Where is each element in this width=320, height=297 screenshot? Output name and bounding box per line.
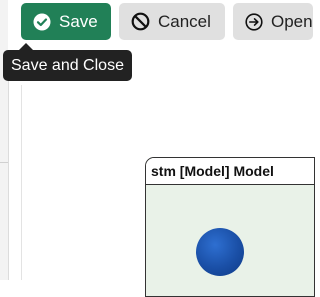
toolbar: Save Cancel Open [8,0,313,50]
tooltip-arrow [19,43,33,50]
arrow-right-circle-icon [245,12,263,31]
cancel-button[interactable]: Cancel [119,3,225,40]
save-tooltip: Save and Close [3,50,132,81]
check-circle-icon [33,13,51,31]
state-machine-diagram[interactable]: stm [Model] Model [145,157,315,297]
open-button-label: Open [271,11,313,31]
cancel-button-label: Cancel [158,11,211,31]
save-button[interactable]: Save [21,3,111,40]
prohibited-icon [131,12,150,31]
open-button[interactable]: Open [233,3,313,40]
diagram-title: stm [Model] Model [151,163,274,179]
initial-state-node[interactable] [196,228,244,276]
tooltip-text: Save and Close [11,56,124,74]
diagram-header: stm [Model] Model [146,158,314,185]
canvas-divider [21,85,22,280]
left-panel-divider [0,162,8,163]
save-button-label: Save [59,11,98,31]
